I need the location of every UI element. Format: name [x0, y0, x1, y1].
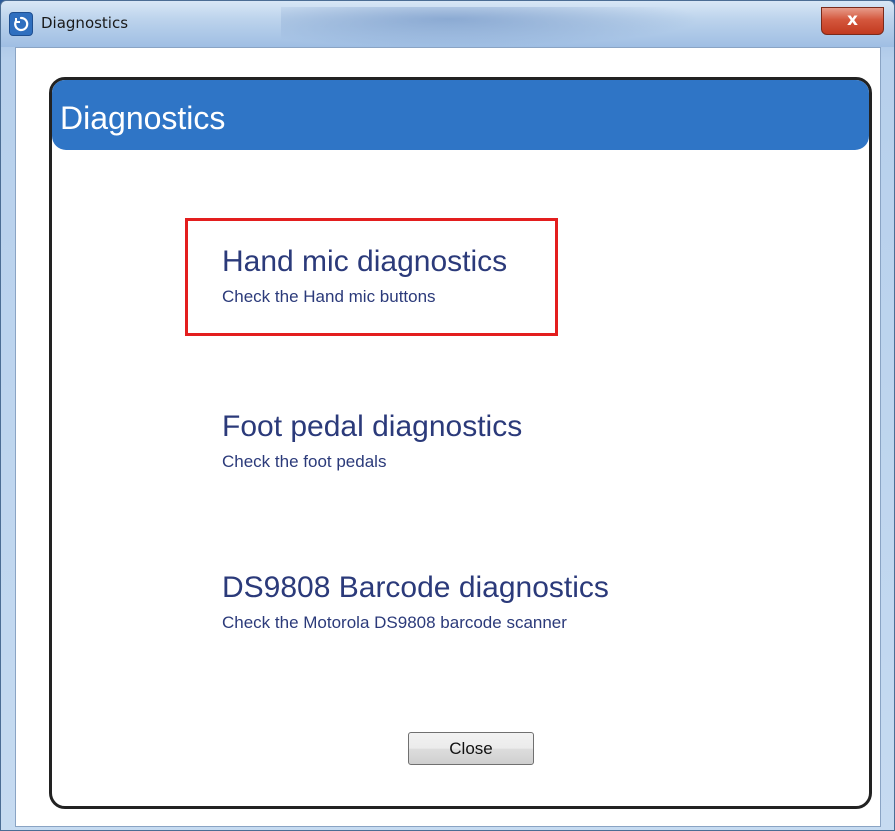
close-icon: x — [847, 10, 858, 30]
option-title[interactable]: DS9808 Barcode diagnostics — [222, 571, 609, 605]
window-titlebar[interactable]: Diagnostics x — [1, 1, 894, 47]
option-title[interactable]: Foot pedal diagnostics — [222, 410, 522, 444]
window-title: Diagnostics — [41, 14, 129, 32]
panel-title: Diagnostics — [60, 100, 226, 136]
window-close-button[interactable]: x — [821, 7, 884, 35]
close-button[interactable]: Close — [408, 732, 534, 765]
selection-highlight — [185, 218, 558, 336]
window-client-area: Diagnostics Hand mic diagnostics Check t… — [15, 47, 881, 827]
diagnostics-panel: Diagnostics Hand mic diagnostics Check t… — [49, 77, 872, 809]
option-subtitle: Check the foot pedals — [222, 452, 387, 471]
barcode-diagnostics-option[interactable]: DS9808 Barcode diagnostics Check the Mot… — [222, 571, 609, 633]
panel-header: Diagnostics — [52, 80, 869, 150]
diagnostics-window: Diagnostics x Diagnostics Hand mic diagn… — [0, 0, 895, 831]
foot-pedal-diagnostics-option[interactable]: Foot pedal diagnostics Check the foot pe… — [222, 410, 522, 472]
option-subtitle: Check the Motorola DS9808 barcode scanne… — [222, 613, 567, 632]
app-icon[interactable] — [9, 12, 33, 36]
